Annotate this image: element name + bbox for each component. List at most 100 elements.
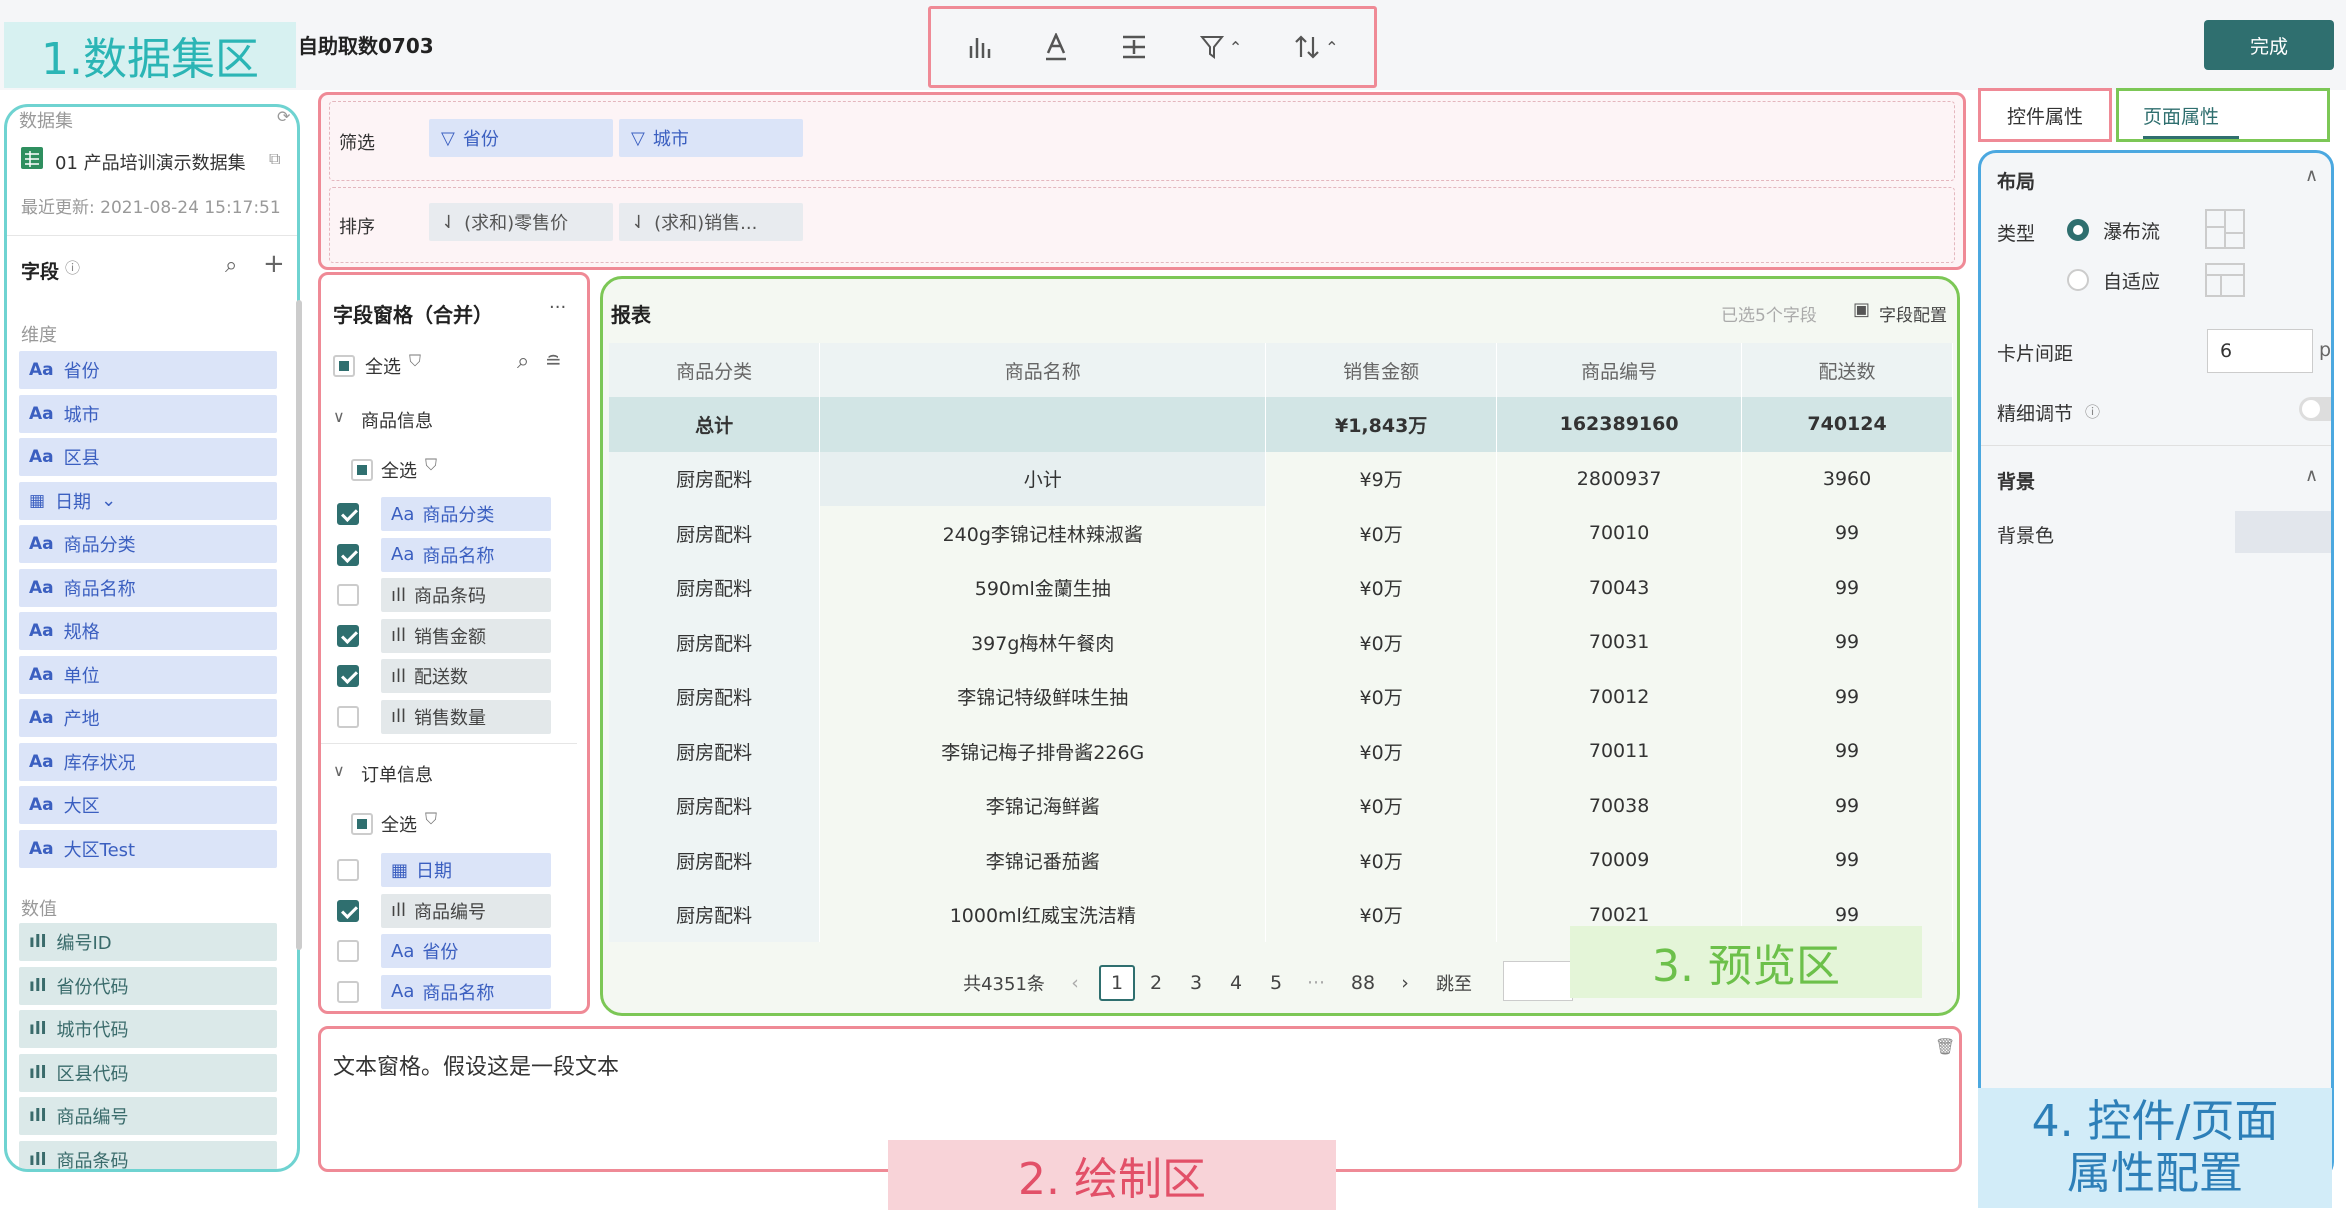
tag-icon[interactable]: ⛉ <box>409 351 421 371</box>
page-4[interactable]: 4 <box>1221 965 1251 1001</box>
dataset-name[interactable]: 01 产品培训演示数据集 <box>55 149 246 175</box>
column-header[interactable]: 商品名称 <box>819 343 1267 397</box>
chevron-down-icon[interactable]: ∨ <box>333 407 345 426</box>
select-all-checkbox[interactable] <box>333 355 355 377</box>
field-checkbox[interactable] <box>337 705 359 728</box>
field-config-button[interactable]: 字段配置 <box>1879 301 1947 326</box>
tag-icon[interactable]: ⛉ <box>425 809 437 829</box>
measure-field[interactable]: ıll 商品编号 <box>19 1097 277 1135</box>
page-last[interactable]: 88 <box>1343 965 1383 1001</box>
type-option-adaptive[interactable]: 自适应 <box>2103 267 2160 294</box>
type-option-waterfall[interactable]: 瀑布流 <box>2103 217 2160 244</box>
measure-field[interactable]: ıll 区县代码 <box>19 1053 277 1092</box>
page-3[interactable]: 3 <box>1181 965 1211 1001</box>
field-checkbox[interactable] <box>337 940 359 962</box>
dimension-field[interactable]: Aa 大区 <box>19 786 277 824</box>
bar-chart-icon[interactable] <box>966 34 992 60</box>
dimension-field[interactable]: Aa 单位 <box>19 655 277 694</box>
chevron-up-icon[interactable]: ∧ <box>2305 465 2318 486</box>
filter-pill-city[interactable]: ▽ 城市 <box>619 119 803 157</box>
field-pill[interactable]: ıll 销售数量 <box>381 699 551 734</box>
dimension-field[interactable]: Aa 产地 <box>19 699 277 737</box>
field-checkbox[interactable] <box>337 859 359 881</box>
field-pill[interactable]: ıll 配送数 <box>381 659 551 693</box>
text-content[interactable]: 文本窗格。假设这是一段文本 <box>333 1049 619 1081</box>
bg-color-label: 背景色 <box>1997 525 2055 547</box>
group2-select-all-checkbox[interactable] <box>351 813 373 835</box>
done-button[interactable]: 完成 <box>2204 20 2334 70</box>
prev-page-icon[interactable]: ‹ <box>1063 965 1087 1001</box>
dataset-preview-icon[interactable]: ⧉ <box>269 149 280 169</box>
dimension-field[interactable]: Aa 库存状况 <box>19 742 277 781</box>
sort-icon[interactable]: ⌃ <box>1293 34 1339 60</box>
measure-field[interactable]: ıll 商品条码 <box>19 1140 277 1169</box>
more-icon[interactable]: ··· <box>549 297 566 318</box>
dataset-scrollbar[interactable] <box>296 300 302 950</box>
add-icon[interactable]: + <box>263 249 285 279</box>
radio-waterfall[interactable] <box>2067 219 2089 241</box>
field-checkbox[interactable] <box>337 980 359 1003</box>
refresh-icon[interactable]: ⟳ <box>277 107 290 126</box>
search-icon[interactable]: ⌕ <box>517 349 529 374</box>
field-checkbox[interactable] <box>337 503 359 525</box>
field-pill[interactable]: Aa 商品名称 <box>381 537 551 572</box>
field-pill[interactable]: ıll 商品编号 <box>381 893 551 928</box>
tab-page-props[interactable]: 页面属性 <box>2116 88 2330 142</box>
page-5[interactable]: 5 <box>1261 965 1291 1001</box>
measure-field[interactable]: ıll 编号ID <box>19 923 277 961</box>
field-pill[interactable]: Aa 商品分类 <box>381 497 551 531</box>
fine-tune-toggle[interactable] <box>2299 397 2331 421</box>
dimension-field[interactable]: Aa 区县 <box>19 438 277 476</box>
collapse-all-icon[interactable]: ≘ <box>545 349 562 373</box>
field-pill[interactable]: ıll 销售金额 <box>381 618 551 653</box>
field-config-icon[interactable]: ▣ <box>1853 299 1870 320</box>
dimension-field[interactable]: Aa 商品名称 <box>19 568 277 607</box>
text-format-icon[interactable] <box>1043 33 1069 61</box>
chevron-up-icon[interactable]: ∧ <box>2305 165 2318 186</box>
column-header[interactable]: 配送数 <box>1741 343 1953 397</box>
dimension-field[interactable]: Aa 商品分类 <box>19 525 277 563</box>
field-pill[interactable]: Aa 商品名称 <box>381 974 551 1009</box>
chevron-down-icon[interactable]: ⌄ <box>101 490 116 511</box>
dimension-field[interactable]: ▦ 日期 ⌄ <box>19 481 277 520</box>
dimension-field[interactable]: Aa 大区Test <box>19 829 277 868</box>
filter-pill-province[interactable]: ▽ 省份 <box>429 119 613 157</box>
field-pill[interactable]: ▦ 日期 <box>381 853 551 887</box>
page-1[interactable]: 1 <box>1099 965 1135 1001</box>
measure-field[interactable]: ıll 城市代码 <box>19 1010 277 1048</box>
dimension-field[interactable]: Aa 城市 <box>19 394 277 433</box>
chevron-down-icon[interactable]: ∨ <box>333 761 345 780</box>
radio-adaptive[interactable] <box>2067 269 2089 291</box>
sort-pill-sales[interactable]: ⇃ (求和)销售... <box>619 203 803 241</box>
field-checkbox[interactable] <box>337 899 359 922</box>
align-icon[interactable] <box>1120 34 1148 60</box>
card-gap-input[interactable]: 6 <box>2207 329 2313 373</box>
bg-color-picker[interactable] <box>2235 511 2331 553</box>
field-pill[interactable]: ıll 商品条码 <box>381 578 551 612</box>
trash-icon[interactable]: 🗑 <box>1935 1037 1955 1056</box>
column-header[interactable]: 商品分类 <box>609 343 821 397</box>
group1-select-all-checkbox[interactable] <box>351 459 373 481</box>
page-ellipsis[interactable]: ··· <box>1301 965 1331 1001</box>
sort-pill-retail-price[interactable]: ⇃ (求和)零售价 <box>429 203 613 241</box>
column-header[interactable]: 商品编号 <box>1496 343 1743 397</box>
dimension-field[interactable]: Aa 省份 <box>19 351 277 389</box>
measure-field[interactable]: ıll 省份代码 <box>19 966 277 1005</box>
dimension-field[interactable]: Aa 规格 <box>19 612 277 650</box>
table-cell: 99 <box>1741 778 1953 833</box>
jump-input[interactable] <box>1503 961 1573 1001</box>
filter-icon[interactable]: ⌃ <box>1199 34 1242 60</box>
column-header[interactable]: 销售金额 <box>1265 343 1498 397</box>
table-cell: 小计 <box>819 451 1267 506</box>
search-icon[interactable]: ⌕ <box>225 253 237 278</box>
tag-icon[interactable]: ⛉ <box>425 455 437 475</box>
page-2[interactable]: 2 <box>1141 965 1171 1001</box>
field-checkbox[interactable] <box>337 624 359 647</box>
next-page-icon[interactable]: › <box>1393 965 1417 1001</box>
tab-control-props[interactable]: 控件属性 <box>1978 88 2112 142</box>
field-checkbox[interactable] <box>337 543 359 566</box>
field-pill[interactable]: Aa 省份 <box>381 934 551 968</box>
dimension-label: 维度 <box>21 325 57 346</box>
field-checkbox[interactable] <box>337 584 359 606</box>
field-checkbox[interactable] <box>337 665 359 687</box>
